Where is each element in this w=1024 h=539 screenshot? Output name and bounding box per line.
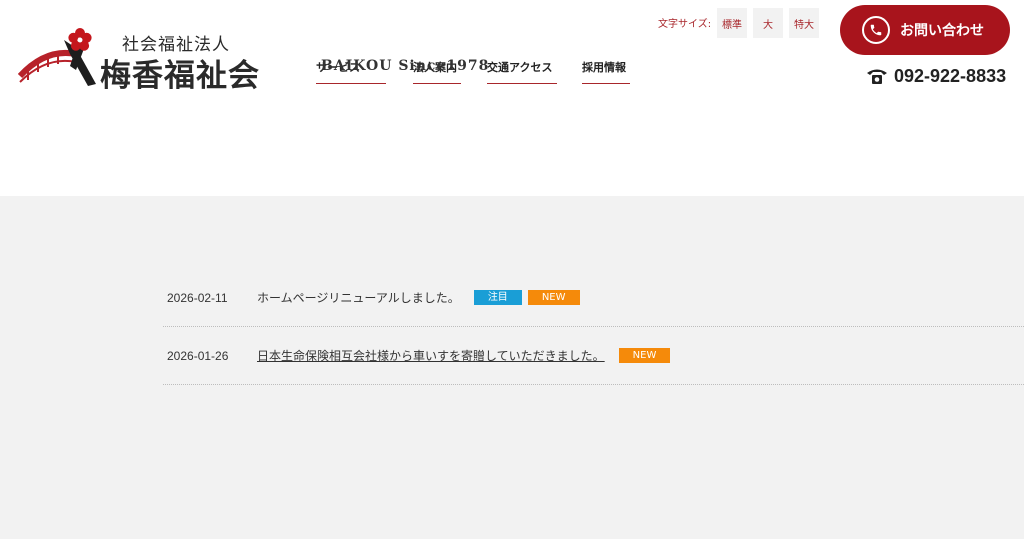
contact-button-label: お問い合わせ (900, 23, 984, 39)
nav-underline (316, 83, 386, 84)
news-section: 2026-02-11 ホームページリニューアルしました。 注目 NEW 2026… (0, 196, 1024, 539)
site-header: 社会福祉法人 梅香福祉会 サービス 法人案内 交通アクセス 採用情報 BAIKO… (0, 0, 1024, 196)
new-badge: NEW (618, 348, 671, 363)
nav-item-access[interactable]: 交通アクセス (487, 56, 557, 84)
font-size-large-button[interactable]: 大 (753, 8, 783, 38)
news-date: 2026-02-11 (167, 290, 228, 305)
news-title-link[interactable]: 日本生命保険相互会社様から車いすを寄贈していただきました。 (257, 347, 605, 364)
since-tagline: BAIKOU Since1978 (321, 58, 490, 74)
news-date: 2026-01-26 (167, 348, 229, 363)
phone-number[interactable]: 092-922-8833 (866, 64, 1006, 88)
telephone-icon (867, 69, 887, 84)
nav-underline (487, 83, 557, 84)
site-logo[interactable]: 社会福祉法人 梅香福祉会 (18, 26, 298, 94)
news-title: ホームページリニューアルしました。 (257, 291, 460, 305)
phone-number-text: 092-922-8833 (894, 65, 1007, 86)
nav-underline (413, 83, 461, 84)
font-size-label: 文字サイズ: (658, 19, 712, 30)
new-badge: NEW (527, 290, 580, 305)
news-list: 2026-02-11 ホームページリニューアルしました。 注目 NEW 2026… (163, 269, 1024, 385)
nav-item-recruit[interactable]: 採用情報 (582, 56, 630, 84)
news-item: 2026-01-26 日本生命保険相互会社様から車いすを寄贈していただきました。… (163, 327, 1024, 385)
font-size-standard-button[interactable]: 標準 (717, 8, 747, 38)
nav-item-label: 交通アクセス (487, 61, 553, 74)
nav-underline (582, 83, 630, 84)
news-item: 2026-02-11 ホームページリニューアルしました。 注目 NEW (163, 269, 1024, 327)
featured-badge: 注目 (473, 290, 522, 305)
nav-item-label: 採用情報 (582, 61, 626, 74)
contact-button[interactable]: お問い合わせ (840, 5, 1010, 55)
phone-icon (862, 16, 890, 44)
logo-title: 梅香福祉会 (100, 58, 260, 94)
font-size-xlarge-button[interactable]: 特大 (789, 8, 819, 38)
